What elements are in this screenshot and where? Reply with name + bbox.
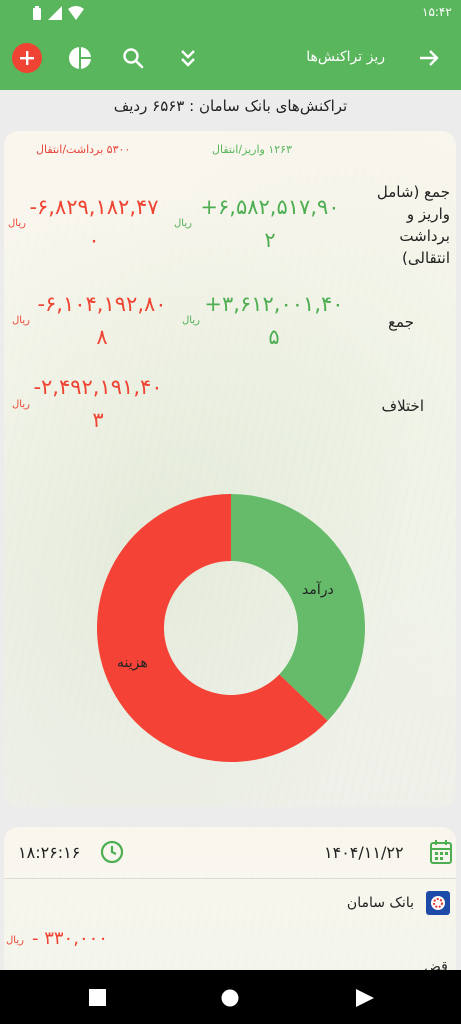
chart-button[interactable] bbox=[64, 42, 96, 74]
calendar-icon bbox=[430, 840, 452, 864]
currency-label: ریال bbox=[182, 315, 200, 326]
home-icon[interactable] bbox=[221, 989, 239, 1007]
currency-label: ریال bbox=[8, 218, 26, 229]
total-inclusive-label: جمع (شامل واریز و برداشت انتقالی) bbox=[376, 183, 450, 267]
expand-button[interactable] bbox=[172, 42, 204, 74]
system-nav-bar bbox=[0, 970, 461, 1024]
status-bar: ۱۵:۴۲ bbox=[0, 0, 461, 27]
double-chevron-down-icon bbox=[181, 50, 195, 67]
income-expense-donut-chart bbox=[96, 494, 365, 762]
difference-label: اختلاف bbox=[381, 397, 424, 415]
recents-icon[interactable] bbox=[89, 989, 106, 1006]
search-icon bbox=[123, 48, 144, 69]
currency-label: ریال bbox=[6, 935, 24, 946]
currency-label: ریال bbox=[174, 218, 192, 229]
sum-label: جمع bbox=[388, 313, 414, 331]
status-time: ۱۵:۴۲ bbox=[422, 5, 452, 19]
donut-slice-0 bbox=[231, 494, 365, 721]
back-button[interactable] bbox=[413, 42, 445, 74]
bank-name: بانک سامان bbox=[346, 895, 414, 911]
pie-chart-icon bbox=[69, 47, 91, 69]
status-icons bbox=[32, 6, 84, 20]
app-bar: ریز تراکنش‌ها bbox=[0, 27, 461, 90]
difference-amount: -۲,۴۹۲,۱۹۱,۴۰۳ bbox=[33, 375, 163, 432]
summary-line: تراکنش‌های بانک سامان : ۶۵۶۳ ردیف bbox=[113, 97, 348, 115]
transaction-date: ۱۴۰۴/۱۱/۲۲ bbox=[324, 843, 404, 862]
clock-icon bbox=[100, 840, 124, 864]
chart-label-income: درآمد bbox=[302, 582, 334, 598]
wifi-icon bbox=[68, 6, 84, 20]
deposit-count: ۱۲۶۳ واریز/انتقال bbox=[212, 143, 292, 156]
page-title: ریز تراکنش‌ها bbox=[306, 49, 385, 65]
search-button[interactable] bbox=[117, 42, 149, 74]
currency-label: ریال bbox=[12, 399, 30, 410]
add-button[interactable] bbox=[11, 42, 43, 74]
transaction-description: قض bbox=[424, 959, 448, 970]
stats-card: ۵۳۰۰ برداشت/انتقال ۱۲۶۳ واریز/انتقال -۶,… bbox=[4, 131, 456, 807]
chart-label-expense: هزینه bbox=[117, 655, 148, 671]
arrow-right-icon bbox=[420, 50, 439, 66]
withdraw-count: ۵۳۰۰ برداشت/انتقال bbox=[36, 143, 131, 156]
transaction-card[interactable]: ۱۸:۲۶:۱۶ ۱۴۰۴/۱۱/۲۲ بانک سامان ریال - ۳۳… bbox=[4, 827, 456, 970]
total-positive-amount: +۶,۵۸۲,۵۱۷,۹۰۲ bbox=[200, 195, 340, 252]
currency-label: ریال bbox=[12, 315, 30, 326]
sum-negative-amount: -۶,۱۰۴,۱۹۲,۸۰۸ bbox=[37, 292, 167, 349]
plus-icon bbox=[12, 43, 42, 73]
transaction-time: ۱۸:۲۶:۱۶ bbox=[18, 843, 81, 862]
back-nav-icon[interactable] bbox=[356, 989, 374, 1007]
total-negative-amount: -۶,۸۲۹,۱۸۲,۴۷۰ bbox=[29, 195, 159, 252]
signal-icon bbox=[48, 6, 62, 20]
sum-positive-amount: +۳,۶۱۲,۰۰۱,۴۰۵ bbox=[204, 292, 344, 349]
battery-icon bbox=[33, 6, 41, 20]
bank-logo-icon bbox=[426, 891, 450, 915]
transaction-amount: - ۳۳۰,۰۰۰ bbox=[32, 928, 108, 949]
divider bbox=[4, 878, 456, 879]
